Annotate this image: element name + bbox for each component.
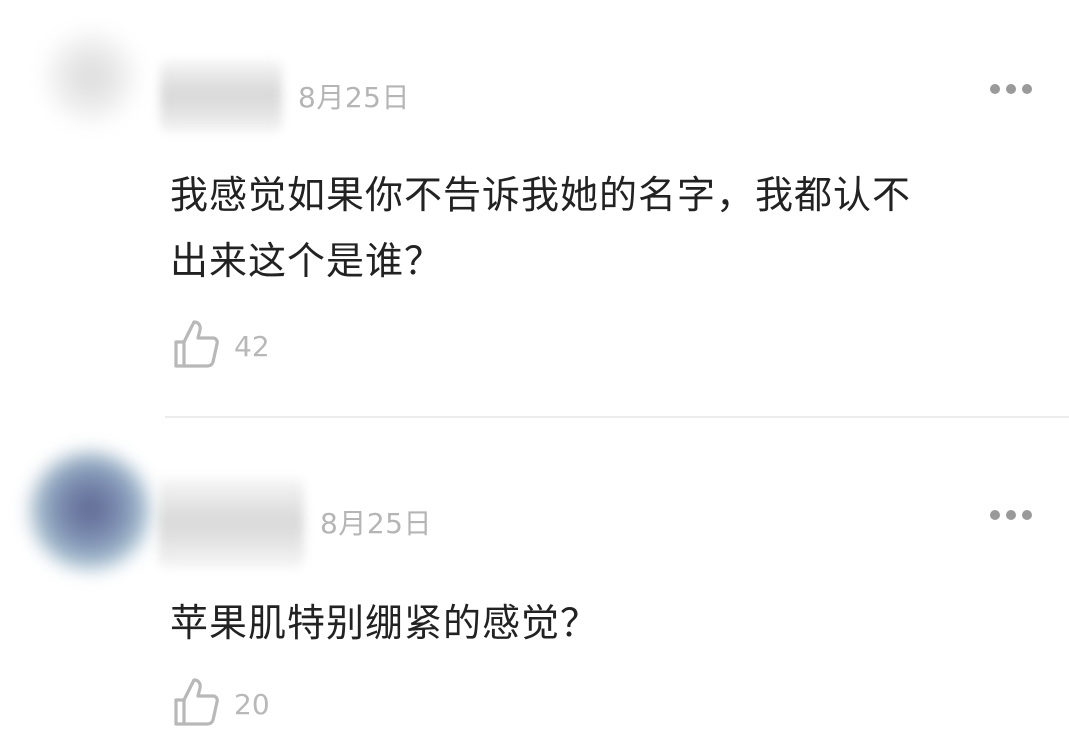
comment-text-line: 苹果肌特别绷紧的感觉？ [170, 601, 600, 645]
comment-date: 8月25日 [320, 507, 432, 540]
thumbs-up-icon [174, 678, 219, 726]
comment-text-line: 出来这个是谁？ [170, 239, 444, 283]
avatar[interactable] [30, 452, 150, 570]
comment-text: 我感觉如果你不告诉我她的名字，我都认不 出来这个是谁？ [170, 162, 1050, 294]
comment-text: 苹果肌特别绷紧的感觉？ [170, 590, 1050, 656]
like-count: 42 [234, 330, 270, 363]
more-dots-icon[interactable] [990, 510, 1034, 522]
comment-text-line: 我感觉如果你不告诉我她的名字，我都认不 [170, 173, 912, 217]
comment-date: 8月25日 [298, 81, 410, 114]
username-blurred[interactable] [160, 60, 282, 132]
more-dots-icon[interactable] [990, 84, 1034, 96]
username-blurred[interactable] [158, 478, 304, 568]
like-count: 20 [234, 688, 270, 721]
divider [165, 416, 1069, 418]
thumbs-up-icon [174, 320, 219, 368]
avatar[interactable] [46, 32, 136, 122]
